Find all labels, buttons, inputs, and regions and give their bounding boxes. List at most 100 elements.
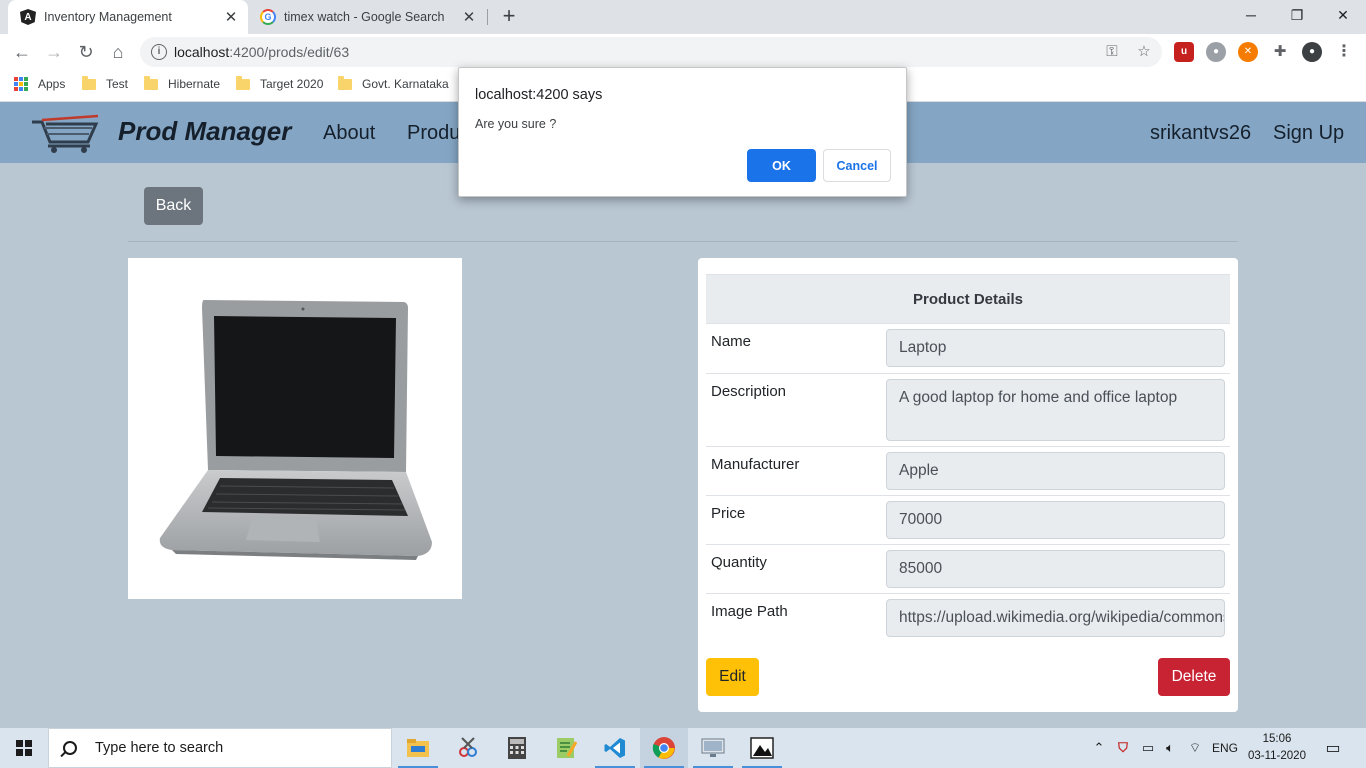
extension-orange-icon[interactable]: ✕ (1238, 42, 1258, 62)
mcafee-icon[interactable]: ⛉ (1112, 728, 1134, 768)
image-path-field[interactable]: https://upload.wikimedia.org/wikipedia/c… (886, 599, 1225, 637)
back-button[interactable]: Back (144, 187, 203, 225)
notification-icon[interactable]: ▭ (1318, 728, 1348, 768)
bookmark-target-2020[interactable]: Target 2020 (236, 75, 324, 91)
product-image (128, 258, 462, 599)
folder-icon (82, 75, 96, 90)
quantity-field[interactable]: 85000 (886, 550, 1225, 588)
close-tab-icon[interactable]: ✕ (220, 8, 242, 26)
bookmark-test[interactable]: Test (82, 75, 129, 91)
new-tab-button[interactable]: + (498, 5, 520, 27)
language-indicator[interactable]: ENG (1210, 728, 1240, 768)
minimize-button[interactable]: ─ (1228, 0, 1274, 30)
windows-taskbar: Type here to search ⌃ ⛉ ▭ 🔈︎ ⌔ ENG 15:06… (0, 728, 1366, 768)
address-bar[interactable]: i localhost:4200/prods/edit/63 ⚿ ☆ (140, 37, 1162, 67)
chrome-menu-icon[interactable]: ⋮ (1334, 42, 1354, 62)
dialog-cancel-button[interactable]: Cancel (823, 149, 891, 182)
battery-icon[interactable]: ▭ (1138, 728, 1158, 768)
puzzle-extensions-icon[interactable]: ✚ (1270, 42, 1290, 62)
file-explorer-icon[interactable] (394, 728, 442, 768)
volume-icon[interactable]: 🔈︎ (1160, 728, 1180, 768)
apps-grid-icon (14, 77, 28, 91)
clock-date: 03-11-2020 (1248, 750, 1306, 762)
delete-button[interactable]: Delete (1158, 658, 1230, 696)
folder-icon (144, 75, 158, 90)
calculator-icon[interactable] (493, 728, 541, 768)
bookmark-apps[interactable]: Apps (14, 77, 65, 91)
wifi-icon[interactable]: ⌔ (1184, 728, 1206, 768)
taskbar-search-box[interactable]: Type here to search (48, 728, 392, 768)
url-path: :4200/prods/edit/63 (229, 44, 350, 60)
nav-sign-up[interactable]: Sign Up (1273, 122, 1344, 145)
home-icon[interactable]: ⌂ (106, 40, 130, 64)
bookmark-label: Hibernate (168, 77, 221, 91)
vscode-icon[interactable] (591, 728, 639, 768)
tab-google-search[interactable]: G timex watch - Google Search ✕ (250, 0, 486, 34)
folder-icon (338, 75, 352, 90)
bookmark-govt-karnataka[interactable]: Govt. Karnataka (338, 75, 449, 91)
photos-icon[interactable] (738, 728, 786, 768)
field-label: Quantity (711, 554, 767, 571)
field-row-image-path: Image Path https://upload.wikimedia.org/… (706, 594, 1230, 643)
chevron-up-icon[interactable]: ⌃ (1090, 728, 1108, 768)
site-info-icon[interactable]: i (151, 44, 167, 60)
field-row-quantity: Quantity 85000 (706, 545, 1230, 594)
tab-separator (487, 9, 488, 25)
description-field[interactable]: A good laptop for home and office laptop (886, 379, 1225, 441)
start-button[interactable] (0, 728, 48, 768)
browser-tab-strip: A Inventory Management ✕ G timex watch -… (0, 0, 1366, 34)
field-label: Description (711, 383, 787, 400)
tab-title: Inventory Management (44, 10, 172, 24)
nav-username[interactable]: srikantvs26 (1150, 122, 1251, 145)
bookmark-star-icon[interactable]: ☆ (1134, 42, 1154, 62)
key-icon[interactable]: ⚿ (1102, 42, 1122, 62)
url-text[interactable]: localhost:4200/prods/edit/63 (174, 44, 349, 60)
back-arrow-icon[interactable]: ← (10, 40, 34, 64)
dialog-message: Are you sure ? (475, 117, 557, 131)
close-window-button[interactable]: ✕ (1320, 0, 1366, 30)
dialog-title: localhost:4200 says (475, 87, 603, 103)
tab-inventory-management[interactable]: A Inventory Management ✕ (8, 0, 248, 34)
reload-icon[interactable]: ↻ (74, 40, 98, 64)
bookmark-hibernate[interactable]: Hibernate (144, 75, 221, 91)
bookmark-label: Apps (38, 77, 66, 91)
manufacturer-field[interactable]: Apple (886, 452, 1225, 490)
field-label: Manufacturer (711, 456, 800, 473)
edit-button[interactable]: Edit (706, 658, 759, 696)
bookmark-label: Test (106, 77, 129, 91)
dialog-ok-button[interactable]: OK (747, 149, 816, 182)
restore-button[interactable]: ❐ (1274, 0, 1320, 30)
field-row-name: Name Laptop (706, 324, 1230, 374)
notepad-plus-icon[interactable] (542, 728, 590, 768)
angular-icon: A (20, 9, 36, 25)
shopping-cart-logo-icon[interactable] (28, 112, 102, 154)
system-clock[interactable]: 15:06 03-11-2020 (1244, 731, 1310, 765)
bookmark-label: Govt. Karnataka (362, 77, 449, 91)
bookmark-label: Target 2020 (260, 77, 324, 91)
field-label: Name (711, 333, 752, 350)
field-row-description: Description A good laptop for home and o… (706, 374, 1230, 447)
card-title: Product Details (706, 274, 1230, 324)
profile-avatar[interactable]: ● (1302, 42, 1322, 62)
search-icon (63, 741, 77, 755)
snipping-tool-icon[interactable] (444, 728, 492, 768)
clock-time: 15:06 (1262, 733, 1292, 745)
price-field[interactable]: 70000 (886, 501, 1225, 539)
forward-arrow-icon[interactable]: → (42, 40, 66, 64)
extension-circle-icon[interactable]: ● (1206, 42, 1226, 62)
field-row-manufacturer: Manufacturer Apple (706, 447, 1230, 496)
windows-logo-icon (16, 740, 32, 756)
divider (128, 241, 1238, 242)
nav-about[interactable]: About (323, 122, 375, 145)
close-tab-icon[interactable]: ✕ (458, 8, 480, 26)
ublock-icon[interactable]: u (1174, 42, 1194, 62)
chrome-taskbar-icon[interactable] (640, 728, 688, 768)
field-row-price: Price 70000 (706, 496, 1230, 545)
remote-desktop-icon[interactable] (689, 728, 737, 768)
search-placeholder: Type here to search (95, 740, 224, 756)
laptop-image (159, 300, 432, 560)
product-details-card: Product Details Name Laptop Description … (698, 258, 1238, 712)
confirm-dialog: localhost:4200 says Are you sure ? OK Ca… (458, 67, 907, 197)
brand-title[interactable]: Prod Manager (118, 116, 291, 147)
name-field[interactable]: Laptop (886, 329, 1225, 367)
